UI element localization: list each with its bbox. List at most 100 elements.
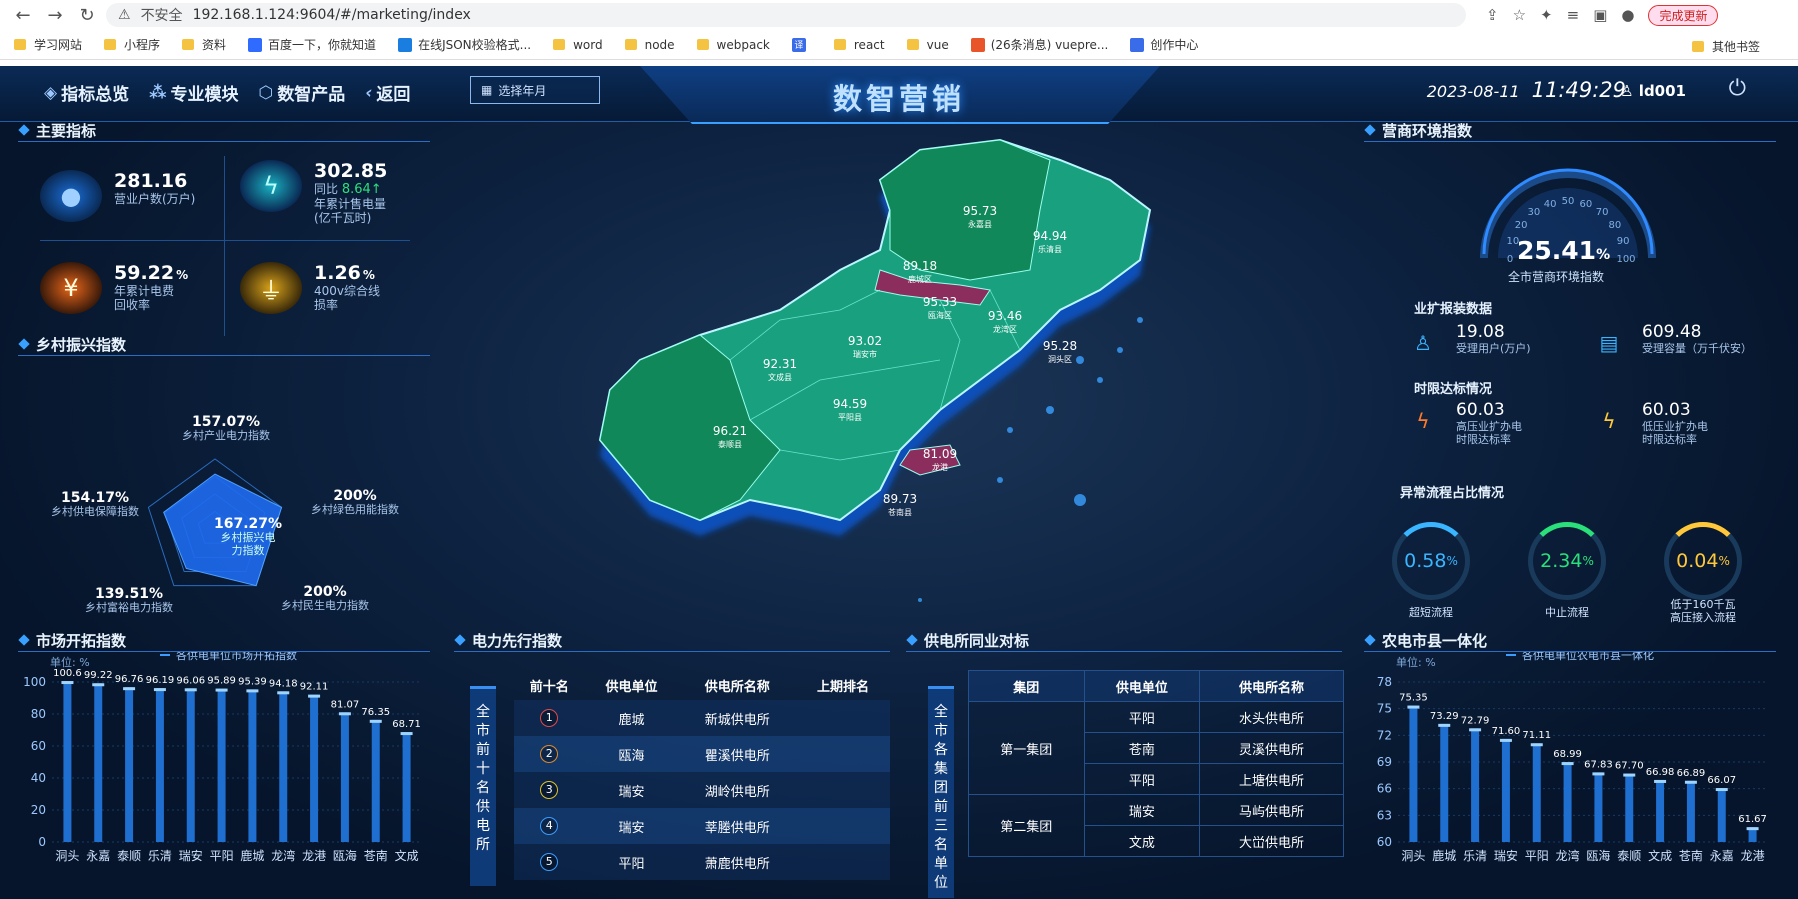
bar xyxy=(1717,788,1726,842)
month-picker[interactable]: ▦ 选择年月 xyxy=(470,76,600,104)
ring-label: 超短流程 xyxy=(1409,606,1453,619)
rural-center-value: 167.27% xyxy=(213,516,283,532)
other-bookmarks[interactable]: 其他书签 xyxy=(1691,38,1782,55)
col-header: 上期排名 xyxy=(816,679,869,695)
x-tick-label: 泰顺 xyxy=(117,849,141,863)
x-tick-label: 洞头 xyxy=(1401,849,1425,863)
x-tick-label: 瓯海 xyxy=(333,848,357,863)
bookmarks-bar: 学习网站 小程序 资料 百度一下，你就知道 在线JSON校验格式... word node w… xyxy=(0,30,1798,60)
col-header: 前十名 xyxy=(529,679,569,695)
data-label: 94.18 xyxy=(269,678,298,689)
y-tick-label: 80 xyxy=(31,707,46,721)
stat-low-voltage: ϟ 60.03 低压业扩办电 时限达标率 xyxy=(1588,400,1708,446)
power-icon[interactable]: ⏻ xyxy=(1729,76,1746,101)
extensions-icon[interactable]: ✦ xyxy=(1540,6,1553,24)
time-text: 11:49:29 xyxy=(1531,78,1626,102)
rural-axis-label: 139.51% 乡村富裕电力指数 xyxy=(85,586,173,614)
bar-cap xyxy=(92,683,105,687)
bar-cap xyxy=(1746,827,1759,831)
bar xyxy=(402,732,411,842)
x-tick-label: 龙港 xyxy=(1741,849,1765,863)
money-bag-icon: ¥ xyxy=(40,262,102,314)
nav-modules[interactable]: ⁂ 专业模块 xyxy=(149,80,238,106)
bar-cap xyxy=(308,694,321,698)
x-tick-label: 乐清 xyxy=(1463,849,1487,863)
bar xyxy=(217,688,226,842)
gauge-tick: 90 xyxy=(1617,236,1630,247)
bookmark-item[interactable]: webpack xyxy=(696,38,770,52)
y-tick-label: 78 xyxy=(1377,675,1392,689)
forward-icon[interactable]: → xyxy=(42,2,68,28)
stat-value: 19.08 xyxy=(1456,322,1505,342)
reload-icon[interactable]: ↻ xyxy=(74,2,100,28)
kpi-value: 59.22 xyxy=(114,262,175,284)
data-label: 76.35 xyxy=(361,707,390,718)
gauge-tick: 0 xyxy=(1507,254,1513,265)
url-text[interactable]: 192.168.1.124:9604/#/marketing/index xyxy=(193,7,471,23)
region-name: 永嘉县 xyxy=(968,219,992,229)
x-tick-label: 文成 xyxy=(395,848,419,863)
date-text: 2023-08-11 xyxy=(1426,82,1520,101)
nav-products[interactable]: ⬡ 数智产品 xyxy=(258,80,345,106)
bookmark-item[interactable]: 在线JSON校验格式... xyxy=(398,36,531,53)
bar-cap xyxy=(369,719,382,723)
nav-overview[interactable]: ◈ 指标总览 xyxy=(44,80,129,106)
nav-back[interactable]: ‹ 返回 xyxy=(365,80,410,106)
kpi-sales: ϟ 302.85 同比 8.64↑ 年累计售电量 (亿千瓦时) xyxy=(240,160,387,225)
region-value: 93.46 xyxy=(988,309,1022,323)
peer-table: 集团 供电单位 供电所名称 第一集团 平阳 水头供电所 苍南 灵溪供电所 平阳 上塘供电所 … xyxy=(968,670,1344,890)
col-header: 供电单位 xyxy=(1083,670,1201,702)
city-map: 95.73永嘉县 94.94乐清县 89.18鹿城区 95.33瓯海区 93.46龙湾区… xyxy=(598,138,1152,602)
warning-icon: ⚠ xyxy=(118,7,131,23)
bookmark-item[interactable]: react xyxy=(833,38,885,52)
region-name: 龙港 xyxy=(932,462,948,472)
y-tick-label: 100 xyxy=(23,675,46,689)
bookmark-item[interactable]: 小程序 xyxy=(104,36,160,53)
kpi-value: 281.16 xyxy=(114,170,188,192)
gauge-tick: 60 xyxy=(1580,199,1593,210)
reading-list-icon[interactable]: ≡ xyxy=(1567,6,1580,24)
profile-icon[interactable]: ● xyxy=(1621,6,1634,24)
bookmark-item[interactable]: 资料 xyxy=(182,36,226,53)
gauge-label: 全市营商环境指数 xyxy=(1508,270,1605,284)
star-icon[interactable]: ☆ xyxy=(1513,6,1526,24)
bar xyxy=(1594,772,1603,842)
bookmark-item[interactable]: node xyxy=(624,38,675,52)
region-name: 鹿城区 xyxy=(908,274,932,284)
site-icon xyxy=(1130,37,1145,52)
region-value: 89.73 xyxy=(883,492,917,506)
update-button[interactable]: 完成更新 xyxy=(1648,4,1719,26)
kpi-label: 400v综合线 xyxy=(314,284,381,298)
bar xyxy=(1656,779,1665,842)
rank-badge: 5 xyxy=(540,853,559,871)
gauge-tick: 80 xyxy=(1609,220,1622,231)
bookmark-item[interactable]: 学习网站 xyxy=(14,36,82,53)
share-icon[interactable]: ⇪ xyxy=(1486,6,1499,24)
table-row: 第二集团 瑞安 马屿供电所 xyxy=(968,794,1344,857)
rural-center-label: 乡村振兴电 xyxy=(220,531,276,544)
bookmark-item[interactable]: 译 xyxy=(791,37,812,52)
y-tick-label: 66 xyxy=(1377,782,1392,796)
x-tick-label: 平阳 xyxy=(1525,849,1549,863)
bookmark-item[interactable]: word xyxy=(553,38,603,52)
bookmark-item[interactable]: 百度一下，你就知道 xyxy=(248,36,376,53)
lightning-icon: ϟ xyxy=(1416,409,1430,433)
rank-badge: 4 xyxy=(540,817,559,835)
bar xyxy=(1686,780,1695,842)
kpi-recovery: ¥ 59.22% 年累计电费 回收率 xyxy=(40,262,188,314)
side-panel-icon[interactable]: ▣ xyxy=(1593,6,1607,24)
data-label: 95.39 xyxy=(238,676,267,687)
user-name[interactable]: ♙ ld001 xyxy=(1620,82,1686,100)
bookmark-item[interactable]: vue xyxy=(906,38,949,52)
data-label: 99.22 xyxy=(84,670,113,681)
folder-icon xyxy=(14,39,26,50)
data-label: 96.76 xyxy=(115,674,144,685)
bookmark-item[interactable]: 创作中心 xyxy=(1130,36,1198,53)
address-bar[interactable]: ⚠ 不安全 192.168.1.124:9604/#/marketing/ind… xyxy=(106,3,1466,27)
region-value: 96.21 xyxy=(713,424,747,438)
x-tick-label: 瑞安 xyxy=(1494,848,1518,863)
kpi-value: 302.85 xyxy=(314,160,388,182)
back-icon[interactable]: ← xyxy=(10,2,36,28)
data-label: 73.29 xyxy=(1430,711,1459,722)
bookmark-item[interactable]: (26条消息) vuepre... xyxy=(970,36,1108,53)
